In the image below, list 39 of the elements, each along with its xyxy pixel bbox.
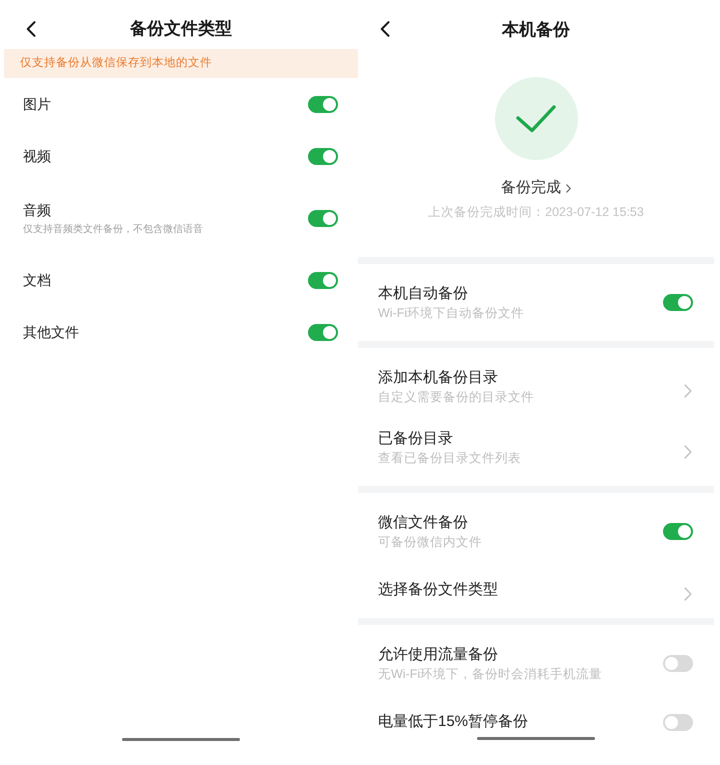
chevron-right-icon — [684, 587, 692, 601]
page-title: 本机备份 — [502, 19, 570, 41]
setting-title: 已备份目录 — [378, 428, 454, 448]
chevron-right-icon — [566, 184, 571, 193]
setting-title: 电量低于15%暂停备份 — [378, 712, 528, 732]
toggle-switch[interactable] — [308, 148, 338, 164]
check-circle-icon — [494, 77, 578, 160]
toggle-switch[interactable] — [308, 96, 338, 112]
setting-title: 选择备份文件类型 — [378, 580, 498, 600]
setting-description: 查看已备份目录文件列表 — [378, 450, 521, 466]
setting-label: 视频 — [23, 147, 51, 166]
toggle-switch[interactable] — [663, 523, 693, 540]
toggle-switch[interactable] — [308, 210, 338, 226]
toggle-switch[interactable] — [663, 655, 693, 672]
chevron-right-icon — [684, 444, 692, 458]
toggle-switch[interactable] — [308, 272, 338, 288]
setting-label: 其他文件 — [23, 323, 79, 342]
setting-description: 自定义需要备份的目录文件 — [378, 388, 534, 406]
setting-label: 文档 — [23, 271, 51, 290]
setting-title: 允许使用流量备份 — [378, 644, 499, 664]
setting-description: 可备份微信内文件 — [378, 534, 482, 550]
backup-status-link[interactable]: 备份完成 — [501, 178, 571, 198]
setting-label: 音频 — [23, 200, 52, 220]
setting-description: 仅支持音频类文件备份，不包含微信语音 — [23, 222, 203, 236]
toggle-switch[interactable] — [308, 324, 338, 340]
toggle-switch[interactable] — [663, 294, 693, 311]
setting-description: 无Wi-Fi环境下，备份时会消耗手机流量 — [378, 666, 602, 682]
back-icon[interactable] — [26, 21, 36, 37]
setting-title: 微信文件备份 — [378, 512, 469, 532]
back-icon[interactable] — [380, 21, 390, 37]
setting-title: 本机自动备份 — [378, 284, 469, 304]
page-title: 备份文件类型 — [130, 18, 232, 40]
last-backup-time: 上次备份完成时间：2023-07-12 15:53 — [428, 204, 644, 220]
notice-banner: 仅支持备份从微信保存到本地的文件 — [4, 49, 358, 78]
toggle-switch[interactable] — [663, 714, 693, 730]
setting-label: 图片 — [23, 95, 51, 114]
setting-title: 添加本机备份目录 — [378, 368, 499, 388]
setting-description: Wi-Fi环境下自动备份文件 — [378, 304, 524, 322]
chevron-right-icon — [684, 384, 692, 398]
